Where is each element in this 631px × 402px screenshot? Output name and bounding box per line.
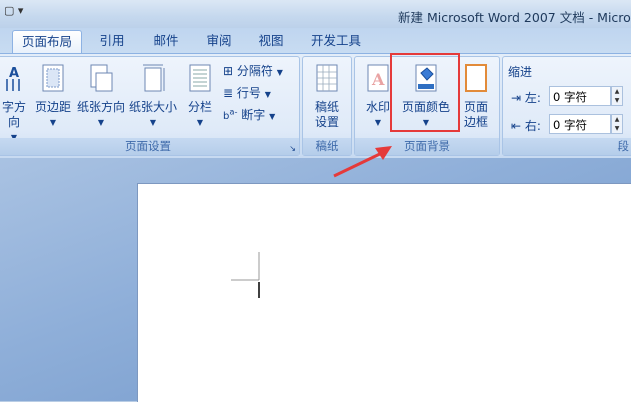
chevron-down-icon: ▼ — [276, 68, 283, 77]
svg-text:A: A — [9, 66, 19, 81]
group-paragraph: 缩进 ⇥ 左: 0 字符 ▲ ▼ ⇤ 右: 0 字符 ▲ ▼ 段 — [502, 56, 631, 156]
manuscript-label-line1: 稿纸 — [314, 100, 339, 114]
indent-left-label: ⇥ 左: — [511, 91, 541, 105]
hyphenation-label: 断字 — [241, 108, 266, 122]
qat-dropdown-arrow[interactable]: ▾ — [18, 4, 24, 17]
orientation-label: 纸张方向 — [77, 100, 126, 114]
ribbon-tab-bar: 页面布局 引用 邮件 审阅 视图 开发工具 — [0, 28, 631, 54]
columns-label: 分栏 — [187, 100, 212, 114]
indent-right-label: ⇤ 右: — [511, 119, 541, 133]
group-label-paragraph: 段 — [503, 138, 631, 155]
dialog-launcher-icon[interactable]: ↘ — [289, 144, 296, 153]
tab-developer[interactable]: 开发工具 — [303, 30, 369, 52]
paper-size-label: 纸张大小 — [128, 100, 177, 114]
qat-icon[interactable]: ▢ — [4, 4, 14, 17]
chevron-down-icon: ▼ — [149, 118, 157, 127]
margins-label: 页边距 — [34, 100, 71, 114]
svg-text:A: A — [371, 70, 385, 89]
group-label-page-setup: 页面设置 — [0, 138, 299, 155]
group-label-page-background: 页面背景 — [355, 138, 499, 155]
baidu-logo: Bai 经验 — [478, 345, 561, 369]
page-borders-button[interactable]: 页面 边框 — [457, 63, 495, 130]
indent-left-input[interactable]: 0 字符 — [549, 86, 611, 106]
manuscript-icon — [316, 64, 338, 92]
margins-button[interactable]: 页边距 ▼ — [33, 63, 73, 130]
manuscript-settings-button[interactable]: 稿纸 设置 — [307, 63, 347, 130]
margins-icon — [42, 64, 64, 92]
indent-left-icon: ⇥ — [511, 91, 522, 105]
chevron-down-icon: ▼ — [97, 118, 105, 127]
orientation-button[interactable]: 纸张方向 ▼ — [77, 63, 125, 130]
line-numbers-icon: ≣ — [223, 86, 234, 100]
indent-right-input[interactable]: 0 字符 — [549, 114, 611, 134]
text-direction-button[interactable]: A 字方向 ▼ — [0, 63, 31, 145]
indent-heading: 缩进 — [508, 65, 533, 79]
indent-right-stepper[interactable]: ▲ ▼ — [611, 114, 623, 134]
indent-left-stepper[interactable]: ▲ ▼ — [611, 86, 623, 106]
chevron-down-icon: ▼ — [264, 90, 271, 99]
highlight-box — [390, 53, 460, 132]
title-bar: ▢ ▾ 新建 Microsoft Word 2007 文档 - Micros — [0, 0, 631, 28]
page-border-icon — [465, 64, 487, 92]
paper-size-button[interactable]: 纸张大小 ▼ — [128, 63, 178, 130]
page-borders-label-line2: 边框 — [463, 115, 488, 129]
window-title: 新建 Microsoft Word 2007 文档 - Micros — [398, 10, 631, 25]
breaks-button[interactable]: ⊞ 分隔符 ▼ — [223, 62, 283, 79]
group-page-setup: A 字方向 ▼ 页边距 ▼ 纸张方向 ▼ — [0, 56, 300, 156]
line-numbers-button[interactable]: ≣ 行号 ▼ — [223, 84, 271, 101]
line-numbers-label: 行号 — [236, 86, 261, 100]
indent-right-icon: ⇤ — [511, 119, 522, 133]
columns-button[interactable]: 分栏 ▼ — [183, 63, 217, 130]
paper-size-icon — [143, 64, 165, 92]
chevron-down-icon: ▼ — [196, 118, 204, 127]
tab-references[interactable]: 引用 — [90, 30, 134, 52]
hyphenation-icon: ba- — [223, 106, 238, 122]
baidu-url: jingyan.baidu.com — [494, 372, 587, 383]
breaks-label: 分隔符 — [236, 64, 273, 78]
quick-access-toolbar[interactable]: ▢ ▾ — [4, 4, 23, 17]
hyphenation-button[interactable]: ba- 断字 ▼ — [223, 106, 275, 123]
chevron-down-icon: ▼ — [269, 112, 276, 121]
watermark-icon: A — [367, 64, 389, 92]
tab-mailings[interactable]: 邮件 — [144, 30, 188, 52]
group-manuscript: 稿纸 设置 稿纸 — [302, 56, 352, 156]
tab-view[interactable]: 视图 — [249, 30, 293, 52]
chevron-down-icon: ▼ — [49, 118, 57, 127]
manuscript-label-line2: 设置 — [314, 115, 339, 129]
orientation-icon — [90, 64, 113, 92]
group-label-manuscript: 稿纸 — [303, 138, 351, 155]
ribbon: A 字方向 ▼ 页边距 ▼ 纸张方向 ▼ — [0, 53, 631, 158]
breaks-icon: ⊞ — [223, 64, 234, 78]
margin-corner-mark — [231, 252, 260, 298]
tab-page-layout[interactable]: 页面布局 — [12, 30, 82, 53]
columns-icon — [189, 64, 211, 92]
text-direction-icon: A — [6, 66, 20, 91]
tab-review[interactable]: 审阅 — [197, 30, 241, 52]
text-direction-label: 字方向 — [1, 100, 26, 129]
page-borders-label-line1: 页面 — [463, 100, 488, 114]
